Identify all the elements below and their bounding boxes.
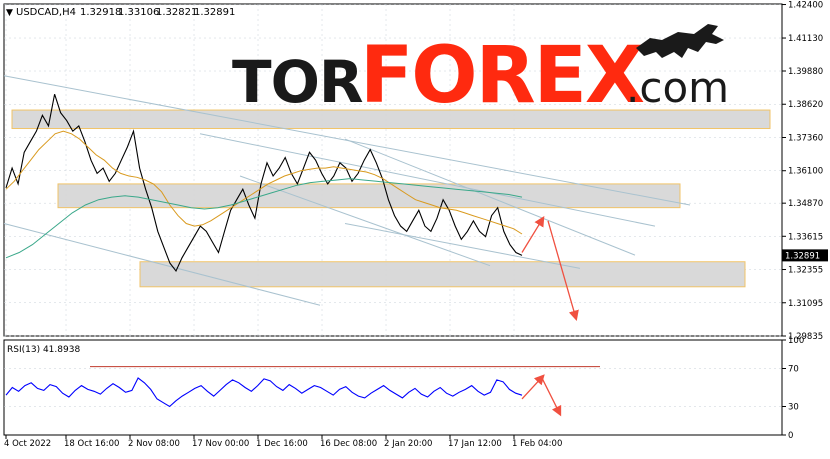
support-resistance-zone: [57, 183, 681, 209]
current-price-label: 1.32891: [785, 251, 820, 261]
chart-header-arrow-icon[interactable]: ▼: [6, 8, 13, 18]
price-tick-label: 1.41130: [788, 34, 823, 44]
price-tick-label: 1.34870: [788, 199, 823, 209]
time-tick-label: 16 Dec 08:00: [320, 439, 377, 449]
price-tick-label: 1.36100: [788, 167, 823, 177]
rsi-tick-label: 0: [788, 431, 793, 441]
price-tick-label: 1.33615: [788, 232, 823, 242]
time-tick-label: 1 Dec 16:00: [256, 439, 308, 449]
rsi-title: RSI(13) 41.8938: [7, 345, 80, 355]
chart-header-open: 1.32918: [80, 7, 121, 18]
time-tick-label: 2 Nov 08:00: [128, 439, 180, 449]
price-tick-label: 1.31095: [788, 299, 823, 309]
price-axis: 1.42400 1.41130 1.39880 1.38620 1.37360 1.361…: [782, 1, 828, 342]
logo-tor: TOR: [232, 48, 363, 116]
chart-header-symbol: USDCAD,H4: [16, 7, 76, 18]
chart-header-low: 1.32821: [156, 7, 197, 18]
time-tick-label: 4 Oct 2022: [4, 439, 51, 449]
chart-header-high: 1.33106: [118, 7, 159, 18]
support-resistance-zone: [139, 261, 746, 288]
usdcad-chart: 1.42400 1.41130 1.39880 1.38620 1.37360 1.361…: [3, 1, 828, 449]
price-tick-label: 1.38620: [788, 100, 823, 110]
price-tick-label: 1.42400: [788, 1, 823, 11]
rsi-tick-label: 30: [788, 403, 799, 413]
time-tick-label: 17 Jan 12:00: [448, 439, 502, 449]
time-tick-label: 17 Nov 00:00: [192, 439, 249, 449]
price-tick-label: 1.37360: [788, 133, 823, 143]
price-tick-label: 1.32355: [788, 266, 823, 276]
rsi-panel-frame: [3, 339, 783, 436]
logo-forex: FOREX: [360, 31, 644, 121]
price-tick-label: 1.39880: [788, 67, 823, 77]
rsi-axis: 100 70 30 0: [782, 336, 804, 441]
chart-header-close: 1.32891: [194, 7, 235, 18]
time-tick-label: 1 Feb 04:00: [512, 439, 562, 449]
chart-root: 1.42400 1.41130 1.39880 1.38620 1.37360 1.361…: [0, 0, 830, 455]
time-tick-label: 18 Oct 16:00: [64, 439, 119, 449]
time-tick-label: 2 Jan 20:00: [384, 439, 432, 449]
logo-com: .com: [626, 63, 729, 112]
rsi-tick-label: 100: [788, 336, 804, 346]
time-axis: 4 Oct 2022 18 Oct 16:00 2 Nov 08:00 17 Nov …: [4, 435, 562, 449]
rsi-tick-label: 70: [788, 365, 799, 375]
